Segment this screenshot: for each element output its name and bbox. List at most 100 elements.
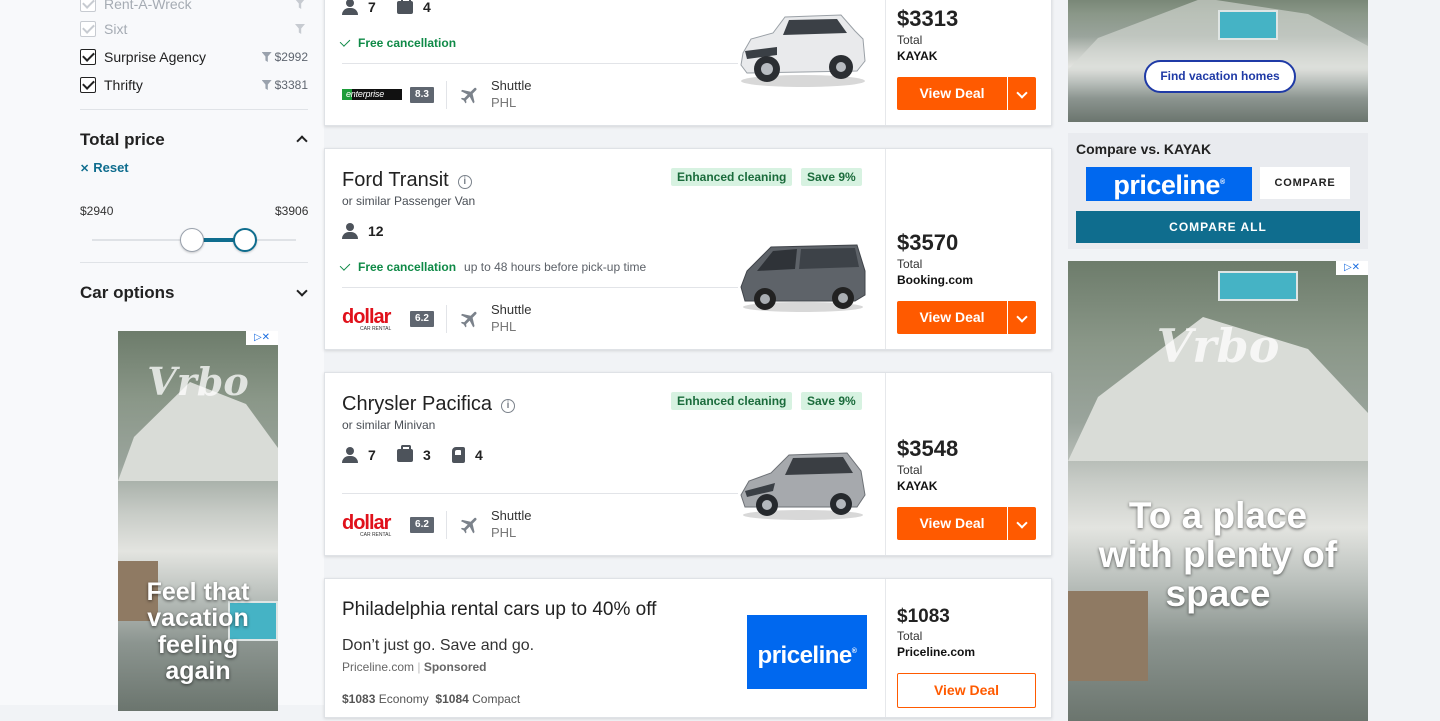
door-count: 4 — [452, 447, 483, 463]
find-vacation-homes-button[interactable]: Find vacation homes — [1144, 60, 1296, 93]
airplane-icon — [460, 87, 477, 104]
checkbox[interactable] — [80, 21, 96, 37]
logo-text: priceline — [757, 642, 853, 669]
agency-price: $2992 — [274, 50, 308, 64]
result-card[interactable]: Chrysler Pacifica i or similar Minivan En… — [324, 372, 1052, 556]
divider — [446, 81, 447, 109]
view-deal-button[interactable]: View Deal — [897, 301, 1007, 334]
total-label: Total — [897, 629, 923, 643]
agency-name: Rent-A-Wreck — [104, 0, 192, 12]
price-column: $3570 Total Booking.com View Deal — [885, 149, 1036, 349]
vrbo-ad-top[interactable]: Find vacation homes — [1068, 0, 1368, 122]
price-column: $3548 Total KAYAK View Deal — [885, 373, 1036, 555]
economy-label: Economy — [378, 692, 429, 706]
sponsored-tagline: Don’t just go. Save and go. — [342, 637, 535, 654]
car-options-heading[interactable]: Car options — [80, 283, 174, 303]
filter-only-icon[interactable] — [261, 80, 272, 90]
reset-label: Reset — [93, 160, 129, 175]
agency-price: $3381 — [274, 78, 308, 92]
slider-min-handle[interactable] — [179, 228, 204, 252]
total-label: Total — [897, 463, 923, 477]
result-card[interactable]: Ford Transit i or similar Passenger Van E… — [324, 148, 1052, 350]
logo-text: priceline — [1113, 170, 1220, 200]
sponsored-label: Sponsored — [423, 660, 487, 674]
agency-logo-subtext: CAR RENTAL — [360, 532, 392, 538]
compare-all-button[interactable]: COMPARE ALL — [1076, 211, 1360, 243]
total-label: Total — [897, 33, 923, 47]
price-range-slider[interactable] — [92, 227, 296, 253]
free-cancellation-detail: up to 48 hours before pick-up time — [464, 260, 647, 274]
reset-link[interactable]: ✕ Reset — [80, 160, 129, 175]
pickup-info: Shuttle PHL — [491, 301, 531, 335]
view-deal-button[interactable]: View Deal — [897, 507, 1007, 540]
dollar-logo: dollar CAR RENTAL — [342, 306, 391, 332]
badge-savings: Save 9% — [801, 392, 862, 410]
pickup-info: Shuttle PHL — [491, 77, 531, 111]
free-cancellation-label: Free cancellation — [358, 260, 457, 274]
provider-name: Priceline.com — [897, 645, 976, 659]
view-deal-button[interactable]: View Deal — [897, 673, 1036, 708]
person-icon — [342, 447, 358, 463]
chevron-up-icon[interactable] — [296, 135, 308, 147]
sponsored-source: Priceline.com | Sponsored — [342, 660, 487, 674]
free-cancellation-label: Free cancellation — [358, 36, 457, 50]
checkbox[interactable] — [80, 77, 96, 93]
rating-score: 8.3 — [410, 87, 434, 103]
vrbo-ad-left[interactable]: ▷✕ Vrbo Feel that vacation feeling again — [118, 331, 278, 711]
vrbo-ad-right[interactable]: ▷✕ Vrbo To a place with plenty of space — [1068, 261, 1368, 721]
price-column: $3313 Total KAYAK View Deal — [885, 0, 1036, 125]
close-icon: ✕ — [80, 163, 90, 175]
slider-max-handle[interactable] — [233, 228, 257, 252]
total-price-heading[interactable]: Total price — [80, 130, 165, 150]
bag-value: 3 — [423, 447, 431, 463]
bag-count: 3 — [397, 444, 431, 463]
agency-filter-sixt[interactable]: Sixt — [80, 19, 308, 39]
badge-enhanced-cleaning: Enhanced cleaning — [671, 392, 793, 410]
info-icon[interactable]: i — [501, 399, 516, 413]
view-deal-button[interactable]: View Deal — [897, 77, 1007, 110]
checkbox[interactable] — [80, 49, 96, 65]
car-title[interactable]: Ford Transit i — [342, 169, 472, 192]
door-icon — [452, 447, 465, 463]
free-cancellation: Free cancellation — [339, 36, 457, 50]
pickup-info: Shuttle PHL — [491, 507, 531, 541]
price: $3313 — [897, 6, 959, 31]
bag-icon — [397, 444, 413, 462]
ad-choices-icon[interactable]: ▷✕ — [246, 331, 278, 345]
car-title[interactable]: Chrysler Pacifica i — [342, 393, 516, 416]
passenger-count: 7 — [342, 0, 376, 15]
agency-filter-rent-a-wreck[interactable]: Rent-A-Wreck — [80, 0, 308, 14]
person-icon — [342, 0, 358, 15]
result-card[interactable]: 7 4 Free cancellation enterprise 8.3 Shu… — [324, 0, 1052, 126]
passenger-count: 12 — [342, 223, 384, 239]
sponsored-title[interactable]: Philadelphia rental cars up to 40% off — [342, 599, 656, 621]
filter-only-icon[interactable] — [295, 0, 305, 9]
airplane-icon — [460, 311, 477, 328]
chevron-down-icon[interactable] — [296, 285, 308, 297]
price-max-label: $3906 — [275, 204, 309, 218]
info-icon[interactable]: i — [457, 175, 472, 189]
passenger-count: 7 — [342, 447, 376, 463]
priceline-logo[interactable]: priceline® — [747, 615, 867, 689]
filter-only-icon[interactable] — [295, 24, 305, 34]
agency-logo-text: dollar — [342, 306, 391, 328]
compare-button[interactable]: COMPARE — [1260, 167, 1350, 199]
economy-price: $1083 — [342, 692, 376, 706]
ad-choices-icon[interactable]: ▷✕ — [1336, 261, 1368, 275]
compare-title: Compare vs. KAYAK — [1076, 141, 1212, 157]
divider — [446, 511, 447, 539]
priceline-logo[interactable]: priceline® — [1086, 167, 1252, 201]
sponsored-result-card[interactable]: Philadelphia rental cars up to 40% off D… — [324, 578, 1052, 718]
more-deals-dropdown[interactable] — [1008, 301, 1036, 334]
checkbox[interactable] — [80, 0, 96, 12]
bag-count: 4 — [397, 0, 431, 15]
pickup-location: PHL — [491, 319, 517, 334]
filter-only-icon[interactable] — [261, 52, 272, 62]
more-deals-dropdown[interactable] — [1008, 77, 1036, 110]
provider-name: KAYAK — [897, 479, 938, 493]
agency-filter-thrifty[interactable]: Thrifty $3381 — [80, 75, 308, 95]
agency-logo-text: dollar — [342, 512, 391, 534]
pool-graphic — [1218, 10, 1278, 40]
agency-filter-surprise-agency[interactable]: Surprise Agency $2992 — [80, 47, 308, 67]
more-deals-dropdown[interactable] — [1008, 507, 1036, 540]
